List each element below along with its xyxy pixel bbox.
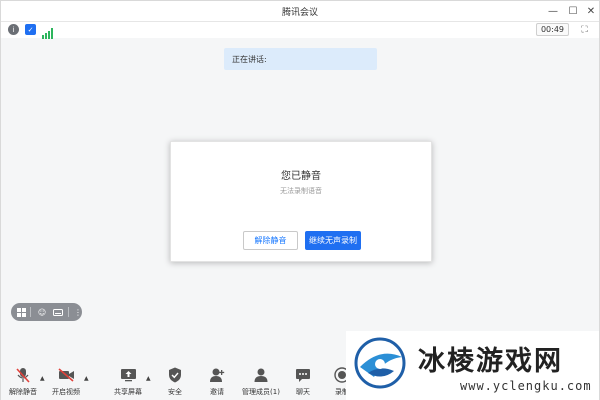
title-bar: 腾讯会议 — ☐ ✕ [1,1,599,22]
watermark-url: www.yclengku.com [460,379,592,393]
status-bar: i ✓ 00:49 ⛶ [1,22,599,39]
dialog-title: 您已静音 [281,171,321,182]
chat-button[interactable]: 聊天 [289,366,317,397]
grid-layout-icon[interactable] [15,306,27,318]
security-button[interactable]: 安全 [161,366,189,397]
site-watermark: 冰棱游戏网 www.yclengku.com [346,331,599,400]
meeting-window: 腾讯会议 — ☐ ✕ i ✓ 00:49 ⛶ 正在讲话: 您已静音 无法录制语音… [0,0,600,400]
maximize-icon[interactable]: ☐ [566,4,580,18]
dialog-subtitle: 无法录制语音 [280,187,322,195]
video-off-icon [57,366,75,384]
share-options-caret-icon[interactable]: ▲ [146,375,151,382]
divider [30,307,31,317]
unmute-button[interactable]: 解除静音 [243,231,298,250]
invite-button[interactable]: 邀请 [203,366,231,397]
continue-silent-recording-button[interactable]: 继续无声录制 [305,231,361,250]
start-video-button[interactable]: 开启视频 [49,366,83,397]
audio-options-caret-icon[interactable]: ▲ [40,375,45,382]
unmute-label: 解除静音 [9,388,37,396]
speaking-label: 正在讲话: [232,55,267,64]
muted-dialog: 您已静音 无法录制语音 解除静音 继续无声录制 [170,141,432,262]
security-shield-icon [166,366,184,384]
emoji-icon[interactable]: ☺ [36,306,48,318]
divider [68,307,69,317]
info-icon[interactable]: i [8,24,19,35]
signal-icon[interactable] [42,24,54,39]
invite-label: 邀请 [210,388,224,396]
muted-microphone-icon [14,366,32,384]
fullscreen-icon[interactable]: ⛶ [579,24,590,35]
manage-members-label: 管理成员(1) [242,388,280,396]
minimize-icon[interactable]: — [546,4,560,18]
share-screen-icon [119,366,137,384]
watermark-logo-icon [354,337,406,389]
manage-members-button[interactable]: 管理成员(1) [239,366,283,397]
members-icon [252,366,270,384]
floating-controls: ☺ ⋮ [11,303,82,321]
chat-label: 聊天 [296,388,310,396]
unmute-toolbar-button[interactable]: 解除静音 [6,366,40,397]
share-screen-label: 共享屏幕 [114,388,142,396]
invite-user-icon [208,366,226,384]
share-screen-button[interactable]: 共享屏幕 [111,366,145,397]
more-icon[interactable]: ⋮ [72,306,84,318]
window-title: 腾讯会议 [281,8,318,18]
shield-icon[interactable]: ✓ [25,24,36,35]
close-icon[interactable]: ✕ [584,4,598,18]
chat-bubble-icon [294,366,312,384]
start-video-label: 开启视频 [52,388,80,396]
security-label: 安全 [168,388,182,396]
video-options-caret-icon[interactable]: ▲ [84,375,89,382]
meeting-timer: 00:49 [535,23,569,36]
keyboard-icon[interactable] [52,306,64,318]
speaking-banner: 正在讲话: [224,48,377,70]
watermark-title: 冰棱游戏网 [418,346,563,377]
